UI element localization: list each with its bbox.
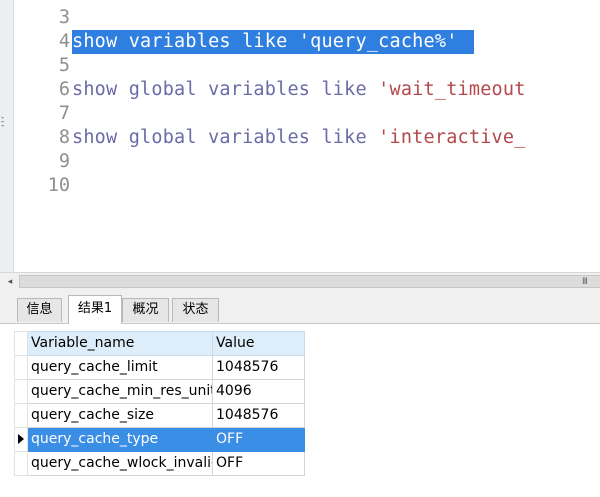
table-row[interactable]: query_cache_limit 1048576 xyxy=(14,355,305,380)
cell-value[interactable]: OFF xyxy=(212,427,305,452)
scroll-left-arrow-icon[interactable]: ◂ xyxy=(4,273,16,292)
row-header[interactable] xyxy=(14,379,28,404)
left-panel-splitter[interactable]: --- xyxy=(0,0,14,272)
tab-info[interactable]: 信息 xyxy=(17,298,62,322)
row-header[interactable] xyxy=(14,403,28,428)
column-header-value[interactable]: Value xyxy=(212,331,305,356)
sql-statement[interactable]: show global variables like 'interactive_ xyxy=(72,126,526,150)
cell-variable-name[interactable]: query_cache_limit xyxy=(27,355,213,380)
sql-keyword: show xyxy=(72,31,129,52)
line-number: 6 xyxy=(58,79,70,100)
sql-keyword: show xyxy=(72,79,129,100)
table-row[interactable]: query_cache_wlock_invalid OFF xyxy=(14,451,305,476)
sql-keyword: like xyxy=(321,127,379,148)
row-header-corner xyxy=(14,331,28,356)
editor-line[interactable]: 3 xyxy=(14,6,600,30)
sql-keyword: like xyxy=(242,31,299,52)
line-number: 3 xyxy=(58,7,70,28)
line-number: 8 xyxy=(58,127,70,148)
sql-string-literal: 'query_cache%' xyxy=(298,31,458,52)
sql-keyword: variables xyxy=(208,79,322,100)
cell-variable-name[interactable]: query_cache_size xyxy=(27,403,213,428)
selected-sql-statement[interactable]: show variables like 'query_cache%' xyxy=(72,30,474,54)
row-header[interactable] xyxy=(14,355,28,380)
editor-horizontal-scrollbar[interactable]: ◂ III xyxy=(0,272,600,293)
line-number: 10 xyxy=(47,175,70,196)
line-number: 5 xyxy=(58,55,70,76)
row-header[interactable] xyxy=(14,427,28,452)
sql-keyword: show xyxy=(72,127,129,148)
sql-string-literal: 'interactive_ xyxy=(378,127,526,148)
tab-result1[interactable]: 结果1 xyxy=(68,295,122,324)
cell-value[interactable]: 1048576 xyxy=(212,355,305,380)
line-number: 7 xyxy=(58,103,70,124)
editor-line[interactable]: 8 show global variables like 'interactive… xyxy=(14,126,600,150)
editor-line[interactable]: 10 xyxy=(14,174,600,198)
cell-value[interactable]: 1048576 xyxy=(212,403,305,428)
cell-variable-name[interactable]: query_cache_min_res_unit xyxy=(27,379,213,404)
sql-keyword: global xyxy=(128,127,209,148)
editor-line[interactable]: 9 xyxy=(14,150,600,174)
sql-keyword: like xyxy=(321,79,379,100)
cell-value[interactable]: 4096 xyxy=(212,379,305,404)
editor-line[interactable]: 6 show global variables like 'wait_timeou… xyxy=(14,78,600,102)
splitter-grip-icon: --- xyxy=(1,113,5,131)
sql-editor[interactable]: 3 4 show variables like 'query_cache%' 5 6 sh… xyxy=(14,0,600,272)
tab-profile[interactable]: 概况 xyxy=(122,298,169,322)
sql-keyword: variables xyxy=(128,31,243,52)
result-tab-bar: 信息 结果1 概况 状态 xyxy=(0,292,600,324)
result-grid: Variable_name Value query_cache_limit 10… xyxy=(14,331,305,476)
table-row[interactable]: query_cache_size 1048576 xyxy=(14,403,305,428)
sql-keyword: global xyxy=(128,79,209,100)
cell-variable-name[interactable]: query_cache_wlock_invalid xyxy=(27,451,213,476)
table-row[interactable]: query_cache_min_res_unit 4096 xyxy=(14,379,305,404)
sql-statement[interactable]: show global variables like 'wait_timeout xyxy=(72,78,526,102)
scrollbar-thumb[interactable] xyxy=(19,275,600,288)
line-number: 9 xyxy=(58,151,70,172)
cell-variable-name[interactable]: query_cache_type xyxy=(27,427,213,452)
line-number: 4 xyxy=(58,31,70,52)
table-row-selected[interactable]: query_cache_type OFF xyxy=(14,427,305,452)
tab-status[interactable]: 状态 xyxy=(172,298,219,322)
row-header[interactable] xyxy=(14,451,28,476)
editor-line[interactable]: 5 xyxy=(14,54,600,78)
sql-string-literal: 'wait_timeout xyxy=(378,79,526,100)
scrollbar-grip-icon: III xyxy=(582,277,588,287)
editor-line[interactable]: 7 xyxy=(14,102,600,126)
cell-value[interactable]: OFF xyxy=(212,451,305,476)
grid-header-row: Variable_name Value xyxy=(14,331,305,356)
editor-line[interactable]: 4 show variables like 'query_cache%' xyxy=(14,30,600,54)
current-row-pointer-icon xyxy=(18,434,24,444)
sql-keyword: variables xyxy=(208,127,322,148)
column-header-variable-name[interactable]: Variable_name xyxy=(27,331,213,356)
